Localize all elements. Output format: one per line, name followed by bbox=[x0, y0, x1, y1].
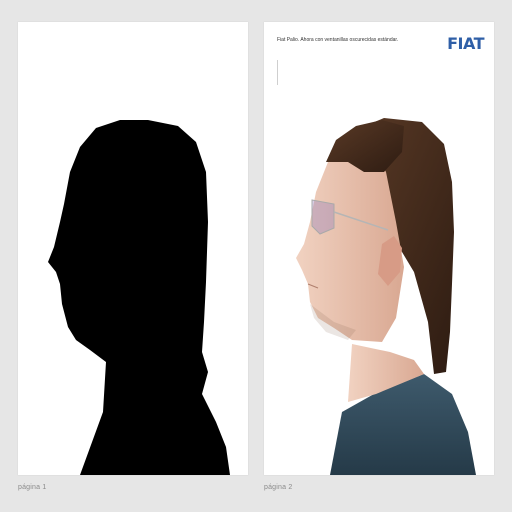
page-label-right: página 2 bbox=[264, 484, 293, 491]
page-label-left: página 1 bbox=[18, 484, 47, 491]
man-profile-photo bbox=[296, 118, 476, 475]
left-page bbox=[18, 22, 248, 475]
right-page: Fiat Palio. Ahora con ventanillas oscure… bbox=[264, 22, 494, 475]
silhouette-figure bbox=[48, 120, 230, 475]
